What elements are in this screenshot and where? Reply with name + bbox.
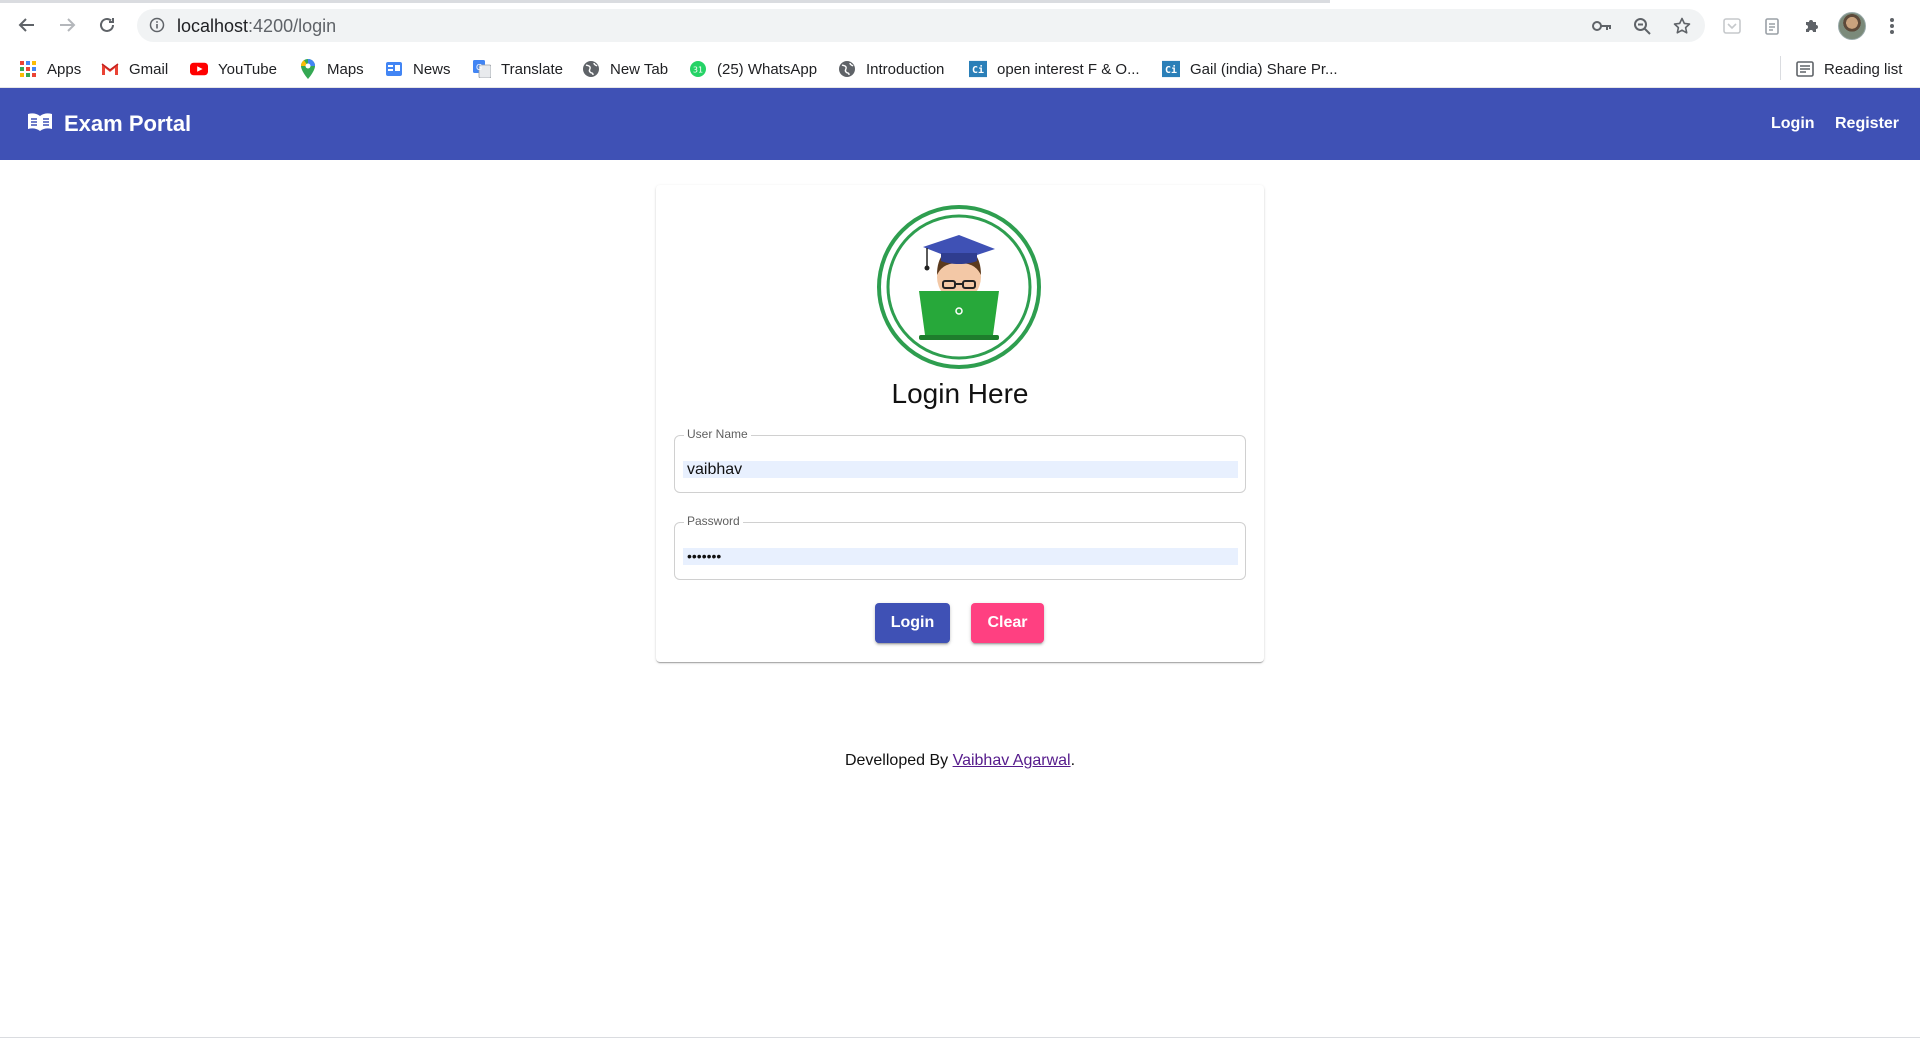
profile-avatar[interactable]: [1838, 12, 1866, 40]
bookmark-gmail[interactable]: Gmail: [101, 50, 168, 88]
bookmark-open-interest[interactable]: Ci open interest F & O...: [969, 50, 1140, 88]
password-input[interactable]: •••••••: [683, 548, 1238, 565]
bookmark-label: YouTube: [218, 60, 277, 78]
footer-suffix: .: [1070, 752, 1076, 769]
bookmarks-bar: Apps Gmail YouTube Maps News G Translate: [0, 50, 1920, 88]
puzzle-extensions-icon[interactable]: [1799, 13, 1825, 39]
bookmark-label: Translate: [501, 60, 563, 78]
brand-title: Exam Portal: [64, 111, 192, 136]
url-text[interactable]: localhost:4200/login: [177, 16, 336, 37]
bookmark-maps[interactable]: Maps: [299, 50, 364, 88]
site-info-icon[interactable]: [149, 17, 165, 38]
globe-icon: [838, 60, 856, 78]
footer-prefix: Develloped By: [844, 752, 953, 769]
password-label: Password: [684, 514, 743, 528]
url-host: localhost: [177, 16, 249, 36]
nav-login-link[interactable]: Login: [1771, 88, 1815, 160]
bookmark-label: open interest F & O...: [997, 60, 1140, 78]
bookmark-label: New Tab: [610, 60, 669, 78]
arrow-right-icon: [60, 18, 76, 32]
username-field[interactable]: User Name: [674, 427, 1246, 493]
svg-text:31: 31: [693, 66, 703, 75]
gmail-icon: [101, 60, 119, 78]
login-card: Login Here User Name Password ••••••• Lo…: [656, 185, 1264, 662]
username-input[interactable]: [683, 461, 1238, 478]
ci-icon: Ci: [1162, 60, 1180, 78]
bookmark-label: Introduction: [866, 60, 945, 78]
reading-list-label: Reading list: [1824, 60, 1903, 78]
svg-text:Ci: Ci: [972, 64, 984, 76]
key-icon[interactable]: [1592, 17, 1612, 35]
bookmarks-separator: [1780, 56, 1781, 80]
reload-button[interactable]: [91, 11, 123, 39]
ci-icon: Ci: [969, 60, 987, 78]
bookmark-news[interactable]: News: [385, 50, 451, 88]
browser-toolbar: localhost:4200/login: [0, 0, 1920, 50]
window-bottom-edge: [0, 1037, 1920, 1038]
book-icon: [26, 110, 54, 138]
forward-button[interactable]: [51, 11, 83, 39]
footer: Develloped By Vaibhav Agarwal.: [0, 752, 1920, 770]
student-logo: [877, 205, 1041, 369]
login-title: Login Here: [891, 378, 1029, 409]
bookmark-label: Gmail: [129, 60, 169, 78]
reading-list-icon: [1796, 60, 1814, 78]
more-vert-icon[interactable]: [1879, 13, 1905, 39]
svg-text:Ci: Ci: [1165, 64, 1177, 76]
whatsapp-icon: 31: [689, 60, 707, 78]
password-field[interactable]: Password •••••••: [674, 514, 1246, 580]
author-link[interactable]: Vaibhav Agarwal: [953, 752, 1071, 769]
bookmark-label: Maps: [327, 60, 364, 78]
bookmark-star-icon[interactable]: [1672, 17, 1692, 35]
google-news-icon: [385, 60, 403, 78]
bookmark-label: Apps: [47, 60, 82, 78]
bookmark-label: (25) WhatsApp: [717, 60, 818, 78]
maps-icon: [299, 59, 317, 79]
clear-button[interactable]: Clear: [971, 603, 1044, 643]
login-button[interactable]: Login: [875, 603, 950, 643]
arrow-left-icon: [18, 18, 34, 32]
bookmark-label: News: [413, 60, 451, 78]
nav-register-link[interactable]: Register: [1835, 88, 1899, 160]
page-load-progress: [0, 0, 1330, 3]
bookmark-gail-share[interactable]: Ci Gail (india) Share Pr...: [1162, 50, 1338, 88]
reload-icon: [100, 17, 114, 32]
bookmark-whatsapp[interactable]: 31 (25) WhatsApp: [689, 50, 817, 88]
pocket-extension-icon[interactable]: [1719, 13, 1745, 39]
svg-text:G: G: [476, 63, 482, 72]
google-translate-icon: G: [473, 60, 491, 78]
username-label: User Name: [684, 427, 751, 441]
bookmark-label: Gail (india) Share Pr...: [1190, 60, 1338, 78]
url-path: :4200/login: [248, 16, 337, 36]
bookmark-apps[interactable]: Apps: [19, 50, 81, 88]
youtube-icon: [190, 60, 208, 78]
app-navbar: Exam Portal Login Register: [0, 88, 1920, 160]
bookmark-translate[interactable]: G Translate: [473, 50, 563, 88]
bookmark-new-tab[interactable]: New Tab: [582, 50, 668, 88]
zoom-icon[interactable]: [1632, 17, 1652, 35]
reading-list-button[interactable]: Reading list: [1796, 50, 1902, 88]
apps-grid-icon: [19, 60, 37, 78]
back-button[interactable]: [11, 11, 43, 39]
clipboard-extension-icon[interactable]: [1759, 13, 1785, 39]
address-bar[interactable]: localhost:4200/login: [137, 9, 1705, 42]
globe-icon: [582, 60, 600, 78]
bookmark-introduction[interactable]: Introduction: [838, 50, 944, 88]
bookmark-youtube[interactable]: YouTube: [190, 50, 277, 88]
brand[interactable]: Exam Portal: [26, 88, 191, 160]
